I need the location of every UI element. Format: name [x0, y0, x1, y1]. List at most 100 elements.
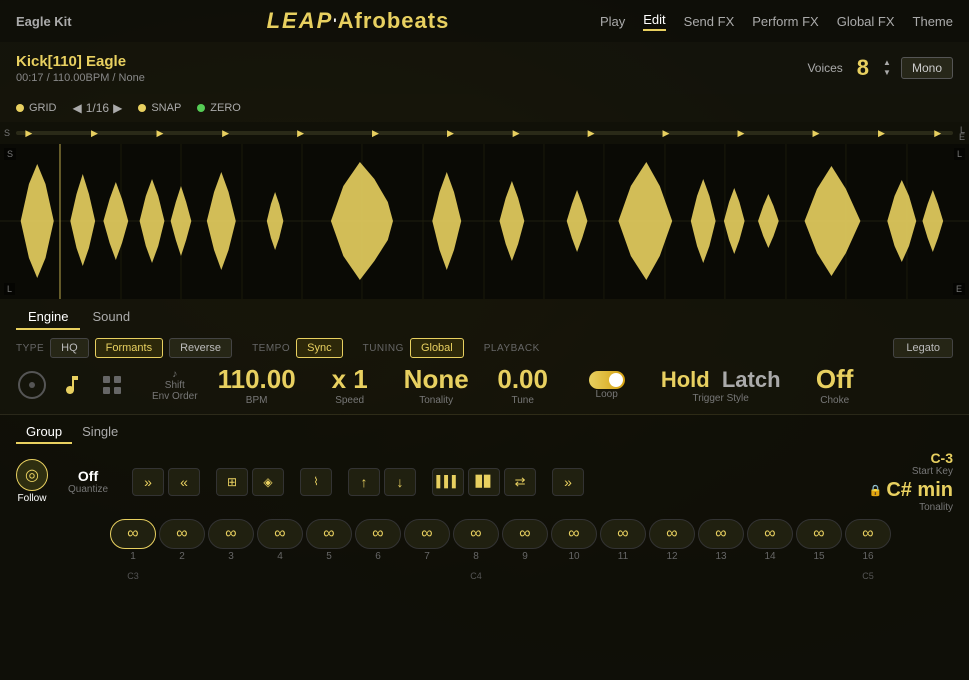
- pad-3[interactable]: ∞: [208, 519, 254, 549]
- strip-e-label: E: [959, 132, 965, 142]
- nav-global-fx[interactable]: Global FX: [837, 14, 895, 29]
- pad-13[interactable]: ∞: [698, 519, 744, 549]
- pad-11[interactable]: ∞: [600, 519, 646, 549]
- hq-button[interactable]: HQ: [50, 338, 89, 358]
- double-left-btn[interactable]: «: [168, 468, 200, 496]
- legato-button[interactable]: Legato: [893, 338, 953, 358]
- marker-arrow-2: ▶: [91, 128, 98, 139]
- pad-14[interactable]: ∞: [747, 519, 793, 549]
- trigger-style-block[interactable]: Hold Latch Trigger Style: [661, 367, 781, 404]
- tune-block[interactable]: 0.00 Tune: [493, 364, 553, 406]
- tab-single[interactable]: Single: [72, 421, 128, 444]
- engine-row1: TYPE HQ Formants Reverse TEMPO Sync TUNI…: [16, 338, 953, 358]
- marker-track: ▶ ▶ ▶ ▶ ▶ ▶ ▶ ▶ ▶ ▶ ▶ ▶ ▶ ▶: [16, 131, 953, 135]
- choke-block[interactable]: Off Choke: [805, 364, 865, 406]
- engine-tabs: Engine Sound: [0, 299, 969, 330]
- pad-16[interactable]: ∞: [845, 519, 891, 549]
- down-btn[interactable]: ↓: [384, 468, 416, 496]
- pad-5[interactable]: ∞: [306, 519, 352, 549]
- pad-col-10: ∞ 10: [551, 519, 597, 562]
- pad-col-1: ∞ 1: [110, 519, 156, 562]
- nav-edit[interactable]: Edit: [643, 12, 665, 31]
- tuning-label: TUNING: [363, 343, 404, 354]
- grid-pattern-btn[interactable]: ⊞: [216, 468, 248, 496]
- pads-row: ∞ 1 ∞ 2 ∞ 3 ∞ 4 ∞ 5 ∞ 6: [0, 519, 969, 566]
- voices-arrows[interactable]: ▲ ▼: [883, 58, 891, 77]
- pad-col-14: ∞ 14: [747, 519, 793, 562]
- nav-send-fx[interactable]: Send FX: [684, 14, 735, 29]
- bars3-btn[interactable]: ▌▌▌: [432, 468, 464, 496]
- quantize-button[interactable]: Off Quantize: [68, 468, 108, 495]
- bottom-section: Group Single ◎ Follow Off Quantize » « ⊞…: [0, 415, 969, 680]
- note-icon[interactable]: [56, 369, 88, 401]
- grid-prev[interactable]: ◀: [73, 101, 82, 115]
- marker-arrow-1: ▶: [25, 128, 32, 139]
- pad-7[interactable]: ∞: [404, 519, 450, 549]
- follow-icon: ◎: [16, 459, 48, 491]
- loop-toggle[interactable]: [589, 371, 625, 389]
- pad-col-6: ∞ 6: [355, 519, 401, 562]
- waveform-main[interactable]: S L: [0, 144, 969, 299]
- sync-button[interactable]: Sync: [296, 338, 342, 358]
- marker-arrow-4: ▶: [222, 128, 229, 139]
- pad-9[interactable]: ∞: [502, 519, 548, 549]
- reverse-button[interactable]: Reverse: [169, 338, 232, 358]
- tab-engine[interactable]: Engine: [16, 305, 80, 330]
- circle-icon[interactable]: [16, 369, 48, 401]
- voices-number: 8: [857, 55, 869, 81]
- tonality-block[interactable]: None Tonality: [404, 364, 469, 406]
- tempo-label: TEMPO: [252, 343, 290, 354]
- bpm-value: 110.00: [218, 364, 296, 395]
- pad-10[interactable]: ∞: [551, 519, 597, 549]
- circle-dot-icon: [18, 371, 46, 399]
- grid-icon[interactable]: [96, 369, 128, 401]
- dbl-right2-btn[interactable]: »: [552, 468, 584, 496]
- loop-block[interactable]: Loop: [577, 371, 637, 400]
- speed-block[interactable]: x 1 Speed: [320, 364, 380, 406]
- strip-s-label: S: [4, 128, 10, 138]
- pad-num-3: 3: [228, 551, 234, 562]
- type-label: TYPE: [16, 343, 44, 354]
- tune-value: 0.00: [497, 364, 548, 395]
- bars2-btn[interactable]: ▊▊: [468, 468, 500, 496]
- pad-12[interactable]: ∞: [649, 519, 695, 549]
- nav-play[interactable]: Play: [600, 14, 625, 29]
- pad-num-7: 7: [424, 551, 430, 562]
- marker-arrow-8: ▶: [513, 128, 520, 139]
- grid-next[interactable]: ▶: [113, 101, 122, 115]
- global-button[interactable]: Global: [410, 338, 464, 358]
- wf-s-label: S: [4, 148, 16, 160]
- pad-num-14: 14: [764, 551, 775, 562]
- pad-col-12: ∞ 12: [649, 519, 695, 562]
- grid-item: GRID: [16, 102, 57, 114]
- pad-1[interactable]: ∞: [110, 519, 156, 549]
- playback-group: PLAYBACK: [484, 343, 540, 354]
- nav-perform-fx[interactable]: Perform FX: [752, 14, 818, 29]
- arrows-btn[interactable]: ⇄: [504, 468, 536, 496]
- pad-8[interactable]: ∞: [453, 519, 499, 549]
- pad-6[interactable]: ∞: [355, 519, 401, 549]
- marker-strip[interactable]: S ▶ ▶ ▶ ▶ ▶ ▶ ▶ ▶ ▶ ▶ ▶ ▶ ▶ ▶: [0, 122, 969, 144]
- double-right-btn[interactable]: »: [132, 468, 164, 496]
- tab-group[interactable]: Group: [16, 421, 72, 444]
- bars-btn[interactable]: ⌇: [300, 468, 332, 496]
- nav-theme[interactable]: Theme: [913, 14, 953, 29]
- snap-dot: [138, 104, 146, 112]
- param-icons: [16, 369, 128, 401]
- follow-button[interactable]: ◎ Follow: [16, 459, 48, 504]
- mono-button[interactable]: Mono: [901, 57, 953, 79]
- follow-label: Follow: [18, 493, 47, 504]
- note-c3: C3: [110, 566, 156, 584]
- pad-col-15: ∞ 15: [796, 519, 842, 562]
- pad-15[interactable]: ∞: [796, 519, 842, 549]
- up-btn[interactable]: ↑: [348, 468, 380, 496]
- marker-arrow-6: ▶: [372, 128, 379, 139]
- pad-2[interactable]: ∞: [159, 519, 205, 549]
- pad-4[interactable]: ∞: [257, 519, 303, 549]
- header-right: Voices 8 ▲ ▼ Mono: [807, 55, 953, 81]
- tab-sound[interactable]: Sound: [80, 305, 142, 330]
- diamond-btn[interactable]: ◈: [252, 468, 284, 496]
- formants-button[interactable]: Formants: [95, 338, 163, 358]
- bpm-block[interactable]: 110.00 BPM: [218, 364, 296, 406]
- pad-col-3: ∞ 3: [208, 519, 254, 562]
